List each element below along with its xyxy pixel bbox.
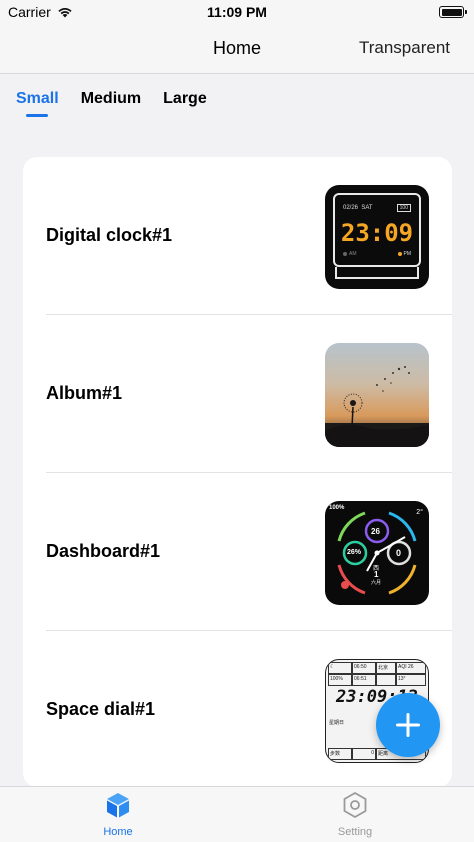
dandelion-image [325, 366, 429, 447]
space-steps-label: 步数 [328, 748, 352, 760]
tab-small[interactable]: Small [16, 90, 59, 117]
widget-row-digital-clock[interactable]: Digital clock#1 02/26 SAT 100 23:09 AM P… [23, 157, 452, 315]
tab-home-label: Home [103, 826, 133, 838]
dash-date: 1 [374, 570, 379, 579]
widget-row-dashboard[interactable]: Dashboard#1 100% 2° 26 26% 0 西 1 六月 [23, 473, 452, 631]
clock-digits: 23:09 [340, 219, 414, 247]
dash-battery: 100% [329, 505, 345, 511]
digital-clock-preview: 02/26 SAT 100 23:09 AM PM [325, 185, 429, 289]
status-bar: Carrier 11:09 PM [0, 0, 474, 24]
battery-icon [439, 6, 467, 18]
clock-pm: PM [403, 251, 412, 257]
tab-bar: Home Setting [0, 786, 474, 842]
tab-home[interactable]: Home [58, 791, 178, 838]
tab-medium[interactable]: Medium [81, 90, 141, 108]
widget-name: Space dial#1 [46, 699, 156, 719]
dash-right-value: 0 [396, 548, 402, 558]
add-widget-button[interactable] [376, 693, 440, 757]
tab-setting[interactable]: Setting [295, 791, 415, 838]
clock-date: 02/26 [343, 205, 359, 211]
dashboard-preview: 100% 2° 26 26% 0 西 1 六月 [325, 501, 429, 605]
dash-left-value: 26% [347, 549, 362, 556]
dash-top-value: 26 [371, 527, 380, 536]
clock-battery: 100 [396, 204, 411, 212]
space-time2: 06:51 [352, 674, 376, 686]
space-aqi: AQI 26 [396, 662, 426, 674]
clock-am: AM [349, 251, 357, 257]
space-battery: 100% [328, 674, 352, 686]
plus-icon [396, 713, 420, 737]
space-temp: 13° [396, 674, 426, 686]
navigation-bar: Home Transparent [0, 24, 474, 74]
dash-temp: 2° [416, 509, 423, 516]
widget-name: Digital clock#1 [46, 225, 173, 245]
space-icon-cell: ☾ [328, 662, 352, 674]
album-preview [325, 343, 429, 447]
space-steps: 0 [352, 748, 376, 760]
size-tabs: Small Medium Large [16, 90, 207, 117]
dashboard-dial-graphic [337, 511, 417, 595]
tab-large[interactable]: Large [163, 90, 207, 108]
cube-icon [107, 793, 129, 818]
clock-day: SAT [361, 205, 373, 211]
widget-name: Album#1 [46, 383, 123, 403]
widget-list: Digital clock#1 02/26 SAT 100 23:09 AM P… [23, 157, 452, 787]
hexagon-gear-icon [343, 791, 367, 819]
transparent-button[interactable]: Transparent [359, 38, 450, 58]
space-city: 北京 [376, 662, 396, 674]
space-day: 星期日 [329, 720, 345, 726]
tab-setting-label: Setting [337, 826, 373, 838]
widget-row-album[interactable]: Album#1 [23, 315, 452, 473]
space-time-small: 06:50 [352, 662, 376, 674]
status-time: 11:09 PM [207, 4, 267, 20]
dash-month: 六月 [371, 580, 382, 586]
widget-name: Dashboard#1 [46, 541, 161, 561]
